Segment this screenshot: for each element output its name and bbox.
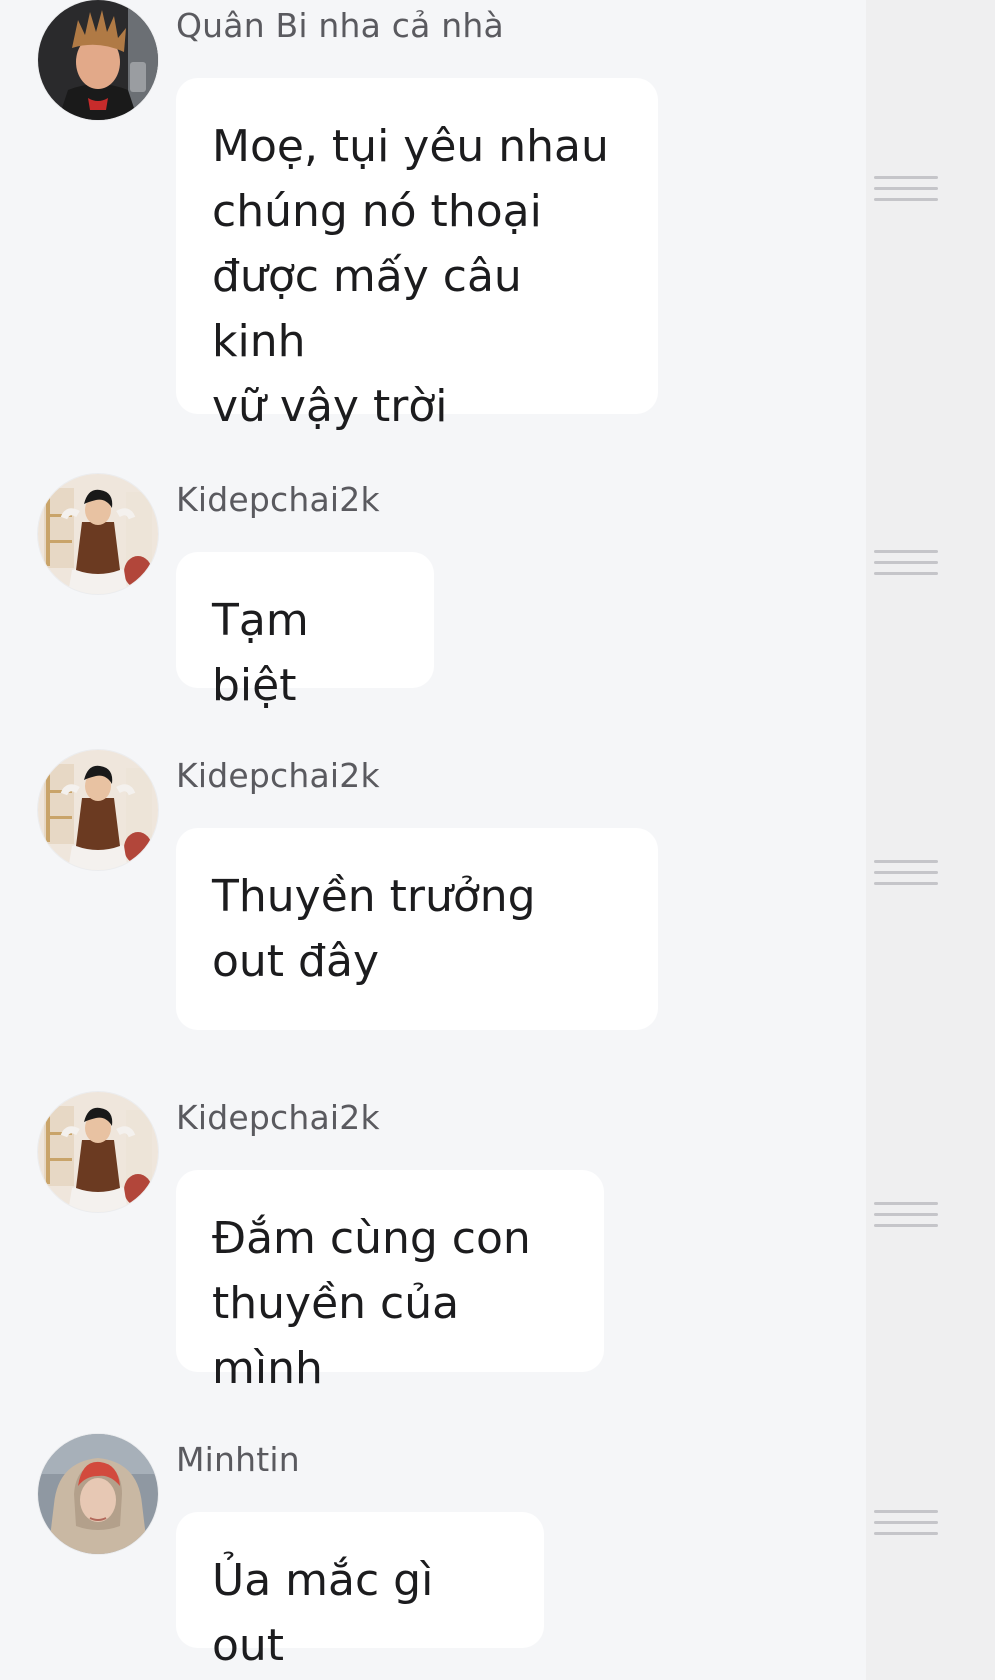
sender-name: Quân Bi nha cả nhà xyxy=(176,6,504,45)
avatar[interactable] xyxy=(38,1434,158,1554)
message-bubble[interactable]: Đắm cùng con thuyền của mình xyxy=(176,1170,604,1394)
user-avatar-photo-brown-scarf xyxy=(38,474,158,594)
drag-handle-icon[interactable] xyxy=(874,1202,938,1236)
chat-screen: Quân Bi nha cả nhà Moẹ, tụi yêu nhau chú… xyxy=(0,0,995,1680)
message-bubble[interactable]: Moẹ, tụi yêu nhau chúng nó thoại được mấ… xyxy=(176,78,658,432)
avatar[interactable] xyxy=(38,0,158,120)
user-avatar-photo-spiky-hair xyxy=(38,0,158,120)
user-avatar-photo-brown-scarf xyxy=(38,1092,158,1212)
chat-message: Quân Bi nha cả nhà Moẹ, tụi yêu nhau chú… xyxy=(0,0,938,432)
sender-name: Kidepchai2k xyxy=(176,480,380,519)
avatar[interactable] xyxy=(38,1092,158,1212)
chat-message: Minhtin Ủa mắc gì out xyxy=(0,1434,938,1680)
reorder-rail xyxy=(866,0,995,1680)
sender-name: Kidepchai2k xyxy=(176,756,380,795)
chat-message: Kidepchai2k Tạm biệt xyxy=(0,474,938,711)
user-avatar-photo-brown-scarf xyxy=(38,750,158,870)
message-bubble[interactable]: Thuyền trưởng out đây xyxy=(176,828,658,1030)
chat-message: Kidepchai2k Đắm cùng con thuyền của mình xyxy=(0,1092,938,1394)
message-bubble[interactable]: Tạm biệt xyxy=(176,552,434,711)
avatar[interactable] xyxy=(38,474,158,594)
sender-name: Kidepchai2k xyxy=(176,1098,380,1137)
message-bubble[interactable]: Ủa mắc gì out xyxy=(176,1512,544,1671)
chat-message: Kidepchai2k Thuyền trưởng out đây xyxy=(0,750,938,1040)
sender-name: Minhtin xyxy=(176,1440,300,1479)
drag-handle-icon[interactable] xyxy=(874,176,938,210)
drag-handle-icon[interactable] xyxy=(874,1510,938,1544)
drag-handle-icon[interactable] xyxy=(874,860,938,894)
user-avatar-photo-red-hair-hood xyxy=(38,1434,158,1554)
drag-handle-icon[interactable] xyxy=(874,550,938,584)
avatar[interactable] xyxy=(38,750,158,870)
